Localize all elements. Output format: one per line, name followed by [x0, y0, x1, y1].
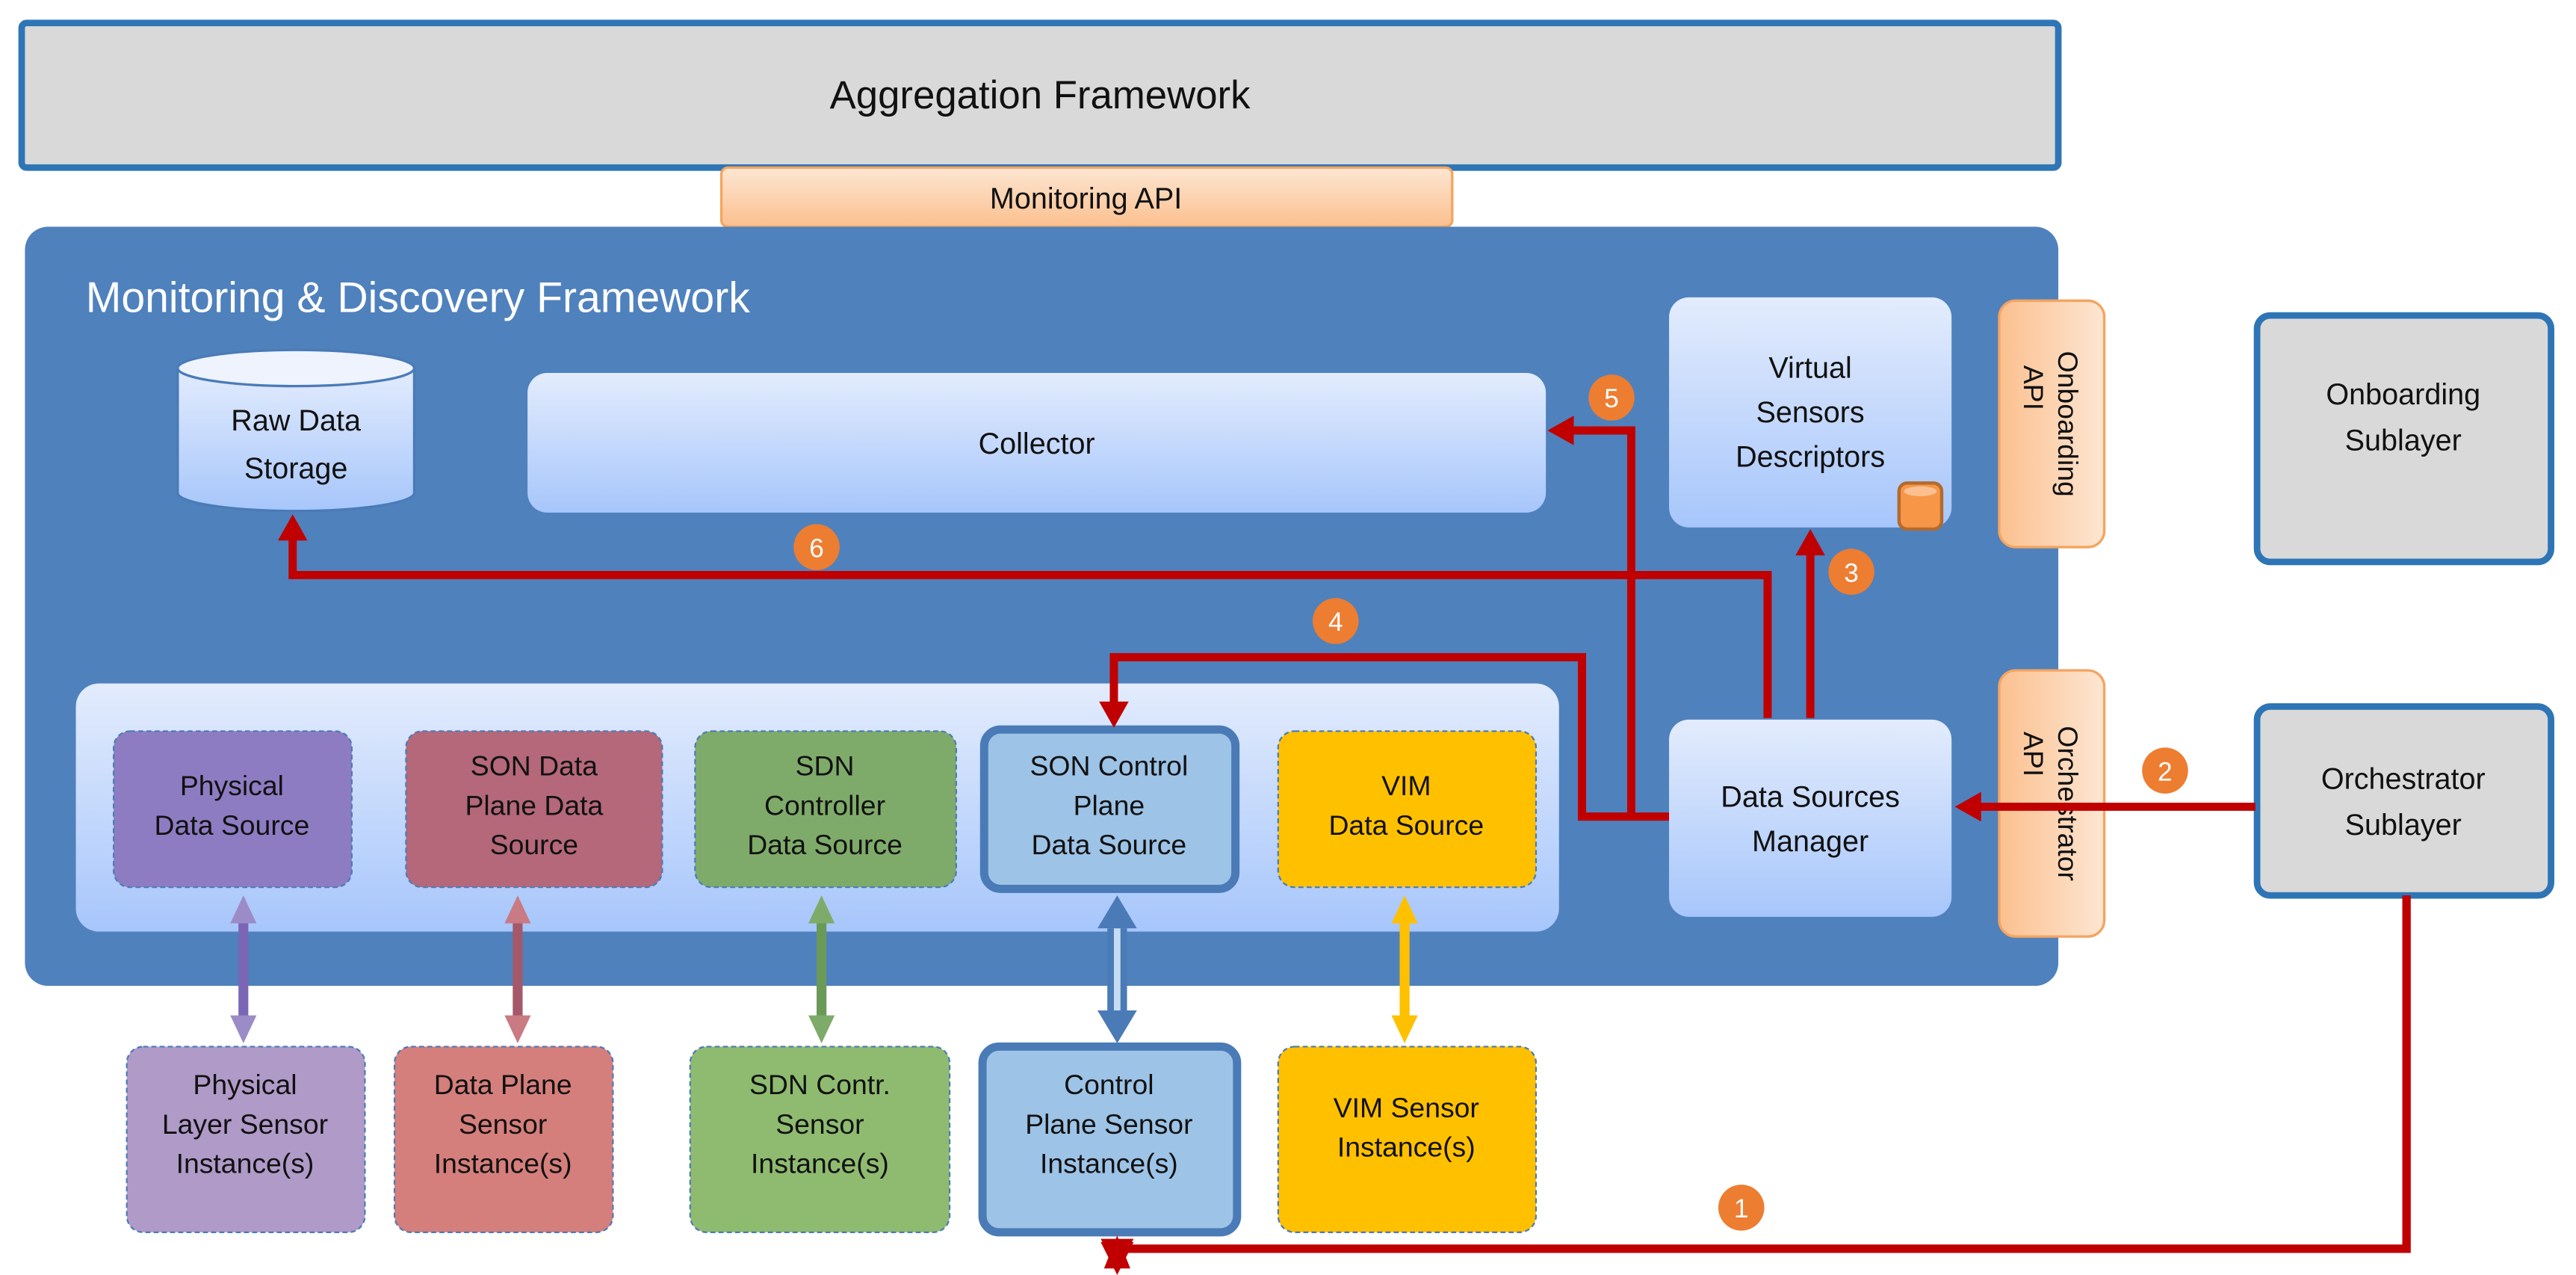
svg-text:Onboarding: Onboarding	[2052, 351, 2084, 497]
svg-text:Data Plane: Data Plane	[434, 1069, 572, 1100]
data-source-vim: VIM Data Source	[1277, 730, 1538, 889]
svg-text:Source: Source	[490, 829, 578, 860]
onboarding-sublayer: Onboarding Sublayer	[2253, 312, 2555, 566]
step-badge-4: 4	[1312, 598, 1359, 644]
svg-text:Sublayer: Sublayer	[2345, 809, 2462, 842]
svg-text:Physical: Physical	[180, 770, 284, 801]
svg-text:Data Sources: Data Sources	[1721, 780, 1900, 813]
step-badge-6: 6	[793, 524, 840, 570]
svg-text:VIM Sensor: VIM Sensor	[1334, 1092, 1479, 1123]
svg-text:1: 1	[1734, 1194, 1749, 1223]
svg-text:Manager: Manager	[1752, 825, 1868, 858]
svg-text:Data Source: Data Source	[1032, 829, 1187, 860]
data-source-son-data-plane: SON Data Plane Data Source	[405, 730, 663, 889]
data-source-son-control-plane: SON Control Plane Data Source	[979, 725, 1240, 893]
svg-text:Plane Data: Plane Data	[465, 789, 603, 821]
step-badge-3: 3	[1828, 549, 1874, 595]
step-badge-2: 2	[2142, 747, 2188, 794]
svg-text:Sublayer: Sublayer	[2345, 424, 2462, 457]
svg-text:3: 3	[1844, 558, 1859, 587]
svg-text:Instance(s): Instance(s)	[176, 1148, 315, 1179]
orchestrator-sublayer: Orchestrator Sublayer	[2253, 703, 2555, 899]
svg-text:4: 4	[1328, 608, 1343, 637]
svg-text:6: 6	[809, 534, 824, 563]
svg-text:Virtual: Virtual	[1768, 352, 1851, 385]
onboarding-api: Onboarding API	[1998, 299, 2106, 549]
step-badge-5: 5	[1588, 374, 1635, 421]
svg-text:Physical: Physical	[193, 1069, 297, 1100]
framework-title: Monitoring & Discovery Framework	[86, 274, 751, 322]
diagram: Aggregation Framework Monitoring API Mon…	[18, 19, 2555, 1275]
aggregation-title: Aggregation Framework	[830, 73, 1251, 117]
svg-text:Plane Sensor: Plane Sensor	[1025, 1108, 1192, 1140]
svg-text:Data Source: Data Source	[155, 809, 310, 841]
svg-text:SDN: SDN	[796, 750, 855, 782]
svg-text:VIM: VIM	[1381, 770, 1431, 801]
svg-text:SON Data: SON Data	[471, 750, 598, 782]
svg-text:2: 2	[2158, 757, 2173, 786]
svg-text:Sensor: Sensor	[775, 1108, 864, 1140]
sensor-vim: VIM Sensor Instance(s)	[1277, 1046, 1538, 1233]
sensor-physical-layer: Physical Layer Sensor Instance(s)	[126, 1046, 366, 1233]
collector: Collector	[527, 373, 1546, 513]
data-sources-manager: Data Sources Manager	[1669, 719, 1952, 917]
svg-text:Orchestrator: Orchestrator	[2321, 762, 2486, 795]
svg-text:Sensors: Sensors	[1756, 396, 1865, 429]
svg-text:Sensor: Sensor	[459, 1108, 547, 1140]
svg-text:Instance(s): Instance(s)	[751, 1148, 889, 1179]
svg-text:Plane: Plane	[1074, 789, 1145, 821]
database-icon	[1897, 481, 1944, 531]
monitoring-api: Monitoring API	[719, 166, 1454, 229]
svg-text:Instance(s): Instance(s)	[1337, 1132, 1476, 1163]
svg-text:Instance(s): Instance(s)	[1040, 1148, 1178, 1179]
svg-text:Controller: Controller	[764, 789, 885, 821]
svg-text:Data Source: Data Source	[747, 829, 902, 860]
svg-text:SDN Contr.: SDN Contr.	[749, 1069, 891, 1100]
sensor-sdn-controller: SDN Contr. Sensor Instance(s)	[689, 1046, 951, 1233]
aggregation-framework: Aggregation Framework	[18, 19, 2062, 171]
sensor-control-plane: Control Plane Sensor Instance(s)	[978, 1042, 1242, 1237]
svg-text:Collector: Collector	[979, 427, 1095, 460]
svg-text:Storage: Storage	[244, 452, 348, 485]
step-badge-1: 1	[1718, 1185, 1765, 1231]
svg-text:Layer Sensor: Layer Sensor	[162, 1108, 328, 1140]
svg-text:Onboarding: Onboarding	[2326, 378, 2480, 411]
raw-data-storage: Raw Data Storage	[176, 348, 416, 513]
monitoring-api-label: Monitoring API	[990, 182, 1182, 215]
svg-text:5: 5	[1604, 384, 1619, 413]
svg-text:API: API	[2018, 365, 2049, 410]
svg-text:SON Control: SON Control	[1030, 750, 1188, 782]
data-source-sdn-controller: SDN Controller Data Source	[694, 730, 958, 889]
sensor-data-plane: Data Plane Sensor Instance(s)	[393, 1046, 614, 1233]
svg-text:Instance(s): Instance(s)	[434, 1148, 572, 1179]
data-source-physical: Physical Data Source	[113, 730, 353, 889]
svg-text:Descriptors: Descriptors	[1736, 440, 1885, 473]
virtual-sensors-descriptors: Virtual Sensors Descriptors	[1669, 297, 1952, 531]
svg-text:Control: Control	[1064, 1069, 1154, 1100]
svg-text:Data Source: Data Source	[1328, 809, 1484, 841]
svg-text:API: API	[2018, 732, 2049, 777]
svg-text:Raw Data: Raw Data	[231, 404, 361, 437]
